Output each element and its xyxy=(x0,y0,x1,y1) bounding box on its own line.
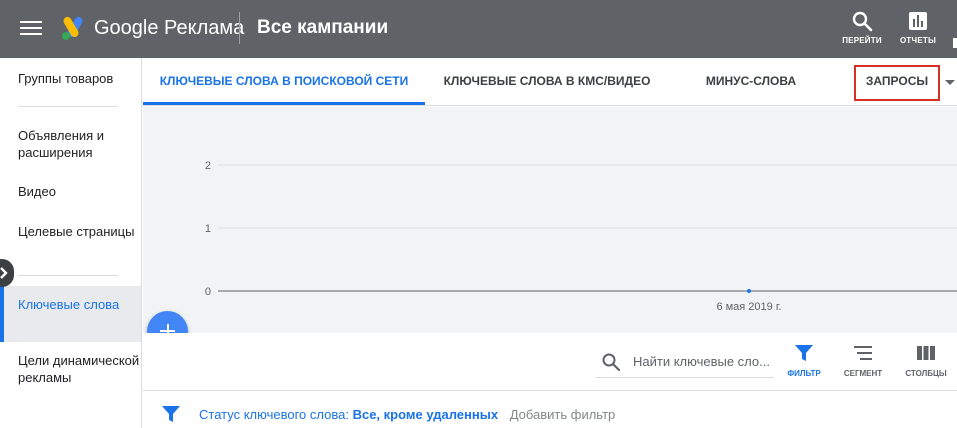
table-toolbar: ФИЛЬТР СЕГМЕНТ СТОЛБЦЫ xyxy=(143,333,957,390)
reports-icon xyxy=(909,12,927,30)
filter-chip[interactable]: Статус ключевого слова: Все, кроме удале… xyxy=(199,407,615,422)
segment-icon xyxy=(854,346,872,360)
search-icon xyxy=(602,353,621,372)
segment-button[interactable]: СЕГМЕНТ xyxy=(836,345,890,385)
columns-label: СТОЛБЦЫ xyxy=(905,369,947,378)
filter-label-text: Статус ключевого слова: xyxy=(199,407,349,422)
sidebar: Группы товаров Объявления и расширения В… xyxy=(0,58,142,428)
sidebar-divider xyxy=(18,106,118,107)
sidebar-item-video[interactable]: Видео xyxy=(0,183,141,200)
tab-negative-keywords[interactable]: МИНУС-СЛОВА xyxy=(691,58,811,105)
columns-icon xyxy=(917,346,935,360)
reports-label: ОТЧЕТЫ xyxy=(900,36,936,45)
header-edge-element xyxy=(953,38,957,48)
tab-search-keywords[interactable]: КЛЮЧЕВЫЕ СЛОВА В ПОИСКОВОЙ СЕТИ xyxy=(143,58,425,105)
collapse-sidebar-button[interactable] xyxy=(0,259,14,287)
header-divider xyxy=(239,12,240,44)
performance-chart: 0 1 2 6 мая 2019 г. xyxy=(143,107,957,333)
chart-svg: 0 1 2 6 мая 2019 г. xyxy=(205,160,957,313)
sidebar-item-keywords[interactable]: Ключевые слова xyxy=(0,286,141,342)
goto-button[interactable]: ПЕРЕЙТИ xyxy=(838,10,886,50)
y-tick-label: 2 xyxy=(205,160,211,172)
chevron-right-icon xyxy=(0,267,8,279)
google-ads-logo xyxy=(62,16,83,40)
goto-label: ПЕРЕЙТИ xyxy=(842,36,882,45)
search-underline xyxy=(596,377,774,378)
filter-button[interactable]: ФИЛЬТР xyxy=(777,345,831,385)
sidebar-divider xyxy=(18,275,118,276)
menu-icon[interactable] xyxy=(20,18,42,40)
add-filter-link[interactable]: Добавить фильтр xyxy=(510,407,616,422)
x-tick-label: 6 мая 2019 г. xyxy=(716,301,781,313)
keyword-search-input[interactable] xyxy=(633,350,775,372)
y-tick-label: 0 xyxy=(205,286,211,298)
page-title: Все кампании xyxy=(257,17,389,38)
sidebar-item-product-groups[interactable]: Группы товаров xyxy=(0,70,141,87)
top-header: Google Реклама Все кампании ПЕРЕЙТИ ОТЧЕ… xyxy=(0,0,957,58)
tab-search-terms-highlight xyxy=(854,65,940,101)
tab-display-video-keywords[interactable]: КЛЮЧЕВЫЕ СЛОВА В КМС/ВИДЕО xyxy=(435,58,659,105)
filter-label: ФИЛЬТР xyxy=(787,369,821,378)
filter-icon xyxy=(795,345,813,361)
search-icon xyxy=(852,11,873,32)
columns-button[interactable]: СТОЛБЦЫ xyxy=(899,345,953,385)
brand-name: Google Реклама xyxy=(94,17,245,39)
keyword-tabs: КЛЮЧЕВЫЕ СЛОВА В ПОИСКОВОЙ СЕТИ КЛЮЧЕВЫЕ… xyxy=(143,58,957,106)
sidebar-item-dynamic-ad-targets[interactable]: Цели динамической рекламы xyxy=(0,352,141,386)
segment-label: СЕГМЕНТ xyxy=(843,369,883,378)
y-tick-label: 1 xyxy=(205,223,211,235)
filter-value-text: Все, кроме удаленных xyxy=(352,407,499,422)
sidebar-item-ads-extensions[interactable]: Объявления и расширения xyxy=(0,127,141,161)
data-point[interactable] xyxy=(747,289,751,293)
reports-button[interactable]: ОТЧЕТЫ xyxy=(894,10,942,50)
filter-icon xyxy=(162,406,180,422)
more-tabs-dropdown[interactable] xyxy=(945,80,955,85)
active-filters-row: Статус ключевого слова: Все, кроме удале… xyxy=(143,390,957,428)
sidebar-item-landing-pages[interactable]: Целевые страницы xyxy=(0,223,141,240)
